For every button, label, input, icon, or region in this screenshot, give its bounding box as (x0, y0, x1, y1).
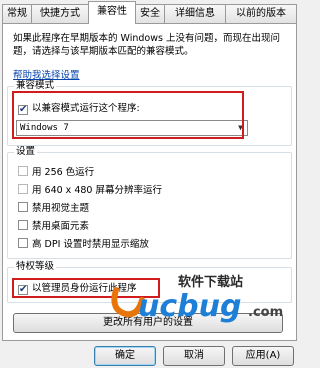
option-disable-visual-themes[interactable]: 禁用视觉主题 (18, 202, 89, 215)
option-640x480[interactable]: 用 640 x 480 屏幕分辨率运行 (18, 184, 162, 197)
option-label: 禁用视觉主题 (32, 203, 90, 214)
cancel-button[interactable]: 取消 (163, 346, 225, 366)
tab-shortcut[interactable]: 快捷方式 (31, 4, 89, 23)
tab-details[interactable]: 详细信息 (164, 4, 226, 23)
apply-button[interactable]: 应用(A) (232, 346, 294, 366)
tab-strip: 常规 快捷方式 兼容性 安全 详细信息 以前的版本 (0, 0, 299, 24)
tab-general[interactable]: 常规 (2, 4, 32, 23)
checkbox[interactable] (18, 238, 28, 248)
checkbox[interactable] (18, 184, 28, 194)
privilege-title: 特权等级 (14, 261, 57, 273)
option-label: 高 DPI 设置时禁用显示缩放 (32, 239, 149, 250)
option-label: 用 640 x 480 屏幕分辨率运行 (32, 185, 162, 196)
checkbox[interactable] (18, 166, 28, 176)
ok-button[interactable]: 确定 (94, 346, 156, 366)
settings-title: 设置 (14, 146, 38, 158)
settings-group: 设置 用 256 色运行 用 640 x 480 屏幕分辨率运行 禁用视觉主题 … (7, 146, 292, 259)
option-disable-dpi-scaling[interactable]: 高 DPI 设置时禁用显示缩放 (18, 238, 149, 251)
help-choose-settings-link[interactable]: 帮助我选择设置 (13, 67, 80, 81)
tab-security[interactable]: 安全 (135, 4, 165, 23)
checkbox[interactable] (18, 202, 28, 212)
tab-compatibility[interactable]: 兼容性 (88, 1, 136, 24)
checkbox[interactable] (18, 220, 28, 230)
option-disable-desktop-composition[interactable]: 禁用桌面元素 (18, 220, 89, 233)
tab-previous-versions[interactable]: 以前的版本 (225, 4, 297, 23)
watermark-suffix: .com (248, 305, 283, 320)
watermark-name: 软件下载站 (178, 274, 243, 290)
watermark-brand: ucbug (138, 289, 241, 324)
option-256-colors[interactable]: 用 256 色运行 (18, 166, 94, 179)
highlight-box-compat (12, 91, 244, 139)
option-label: 用 256 色运行 (32, 167, 95, 178)
ucbug-watermark-logo: 软件下载站 ucbug .com (111, 274, 283, 324)
option-label: 禁用桌面元素 (32, 221, 90, 232)
description-text: 如果此程序在早期版本的 Windows 上没有问题，而现在出现问题，请选择与该早… (13, 33, 280, 57)
